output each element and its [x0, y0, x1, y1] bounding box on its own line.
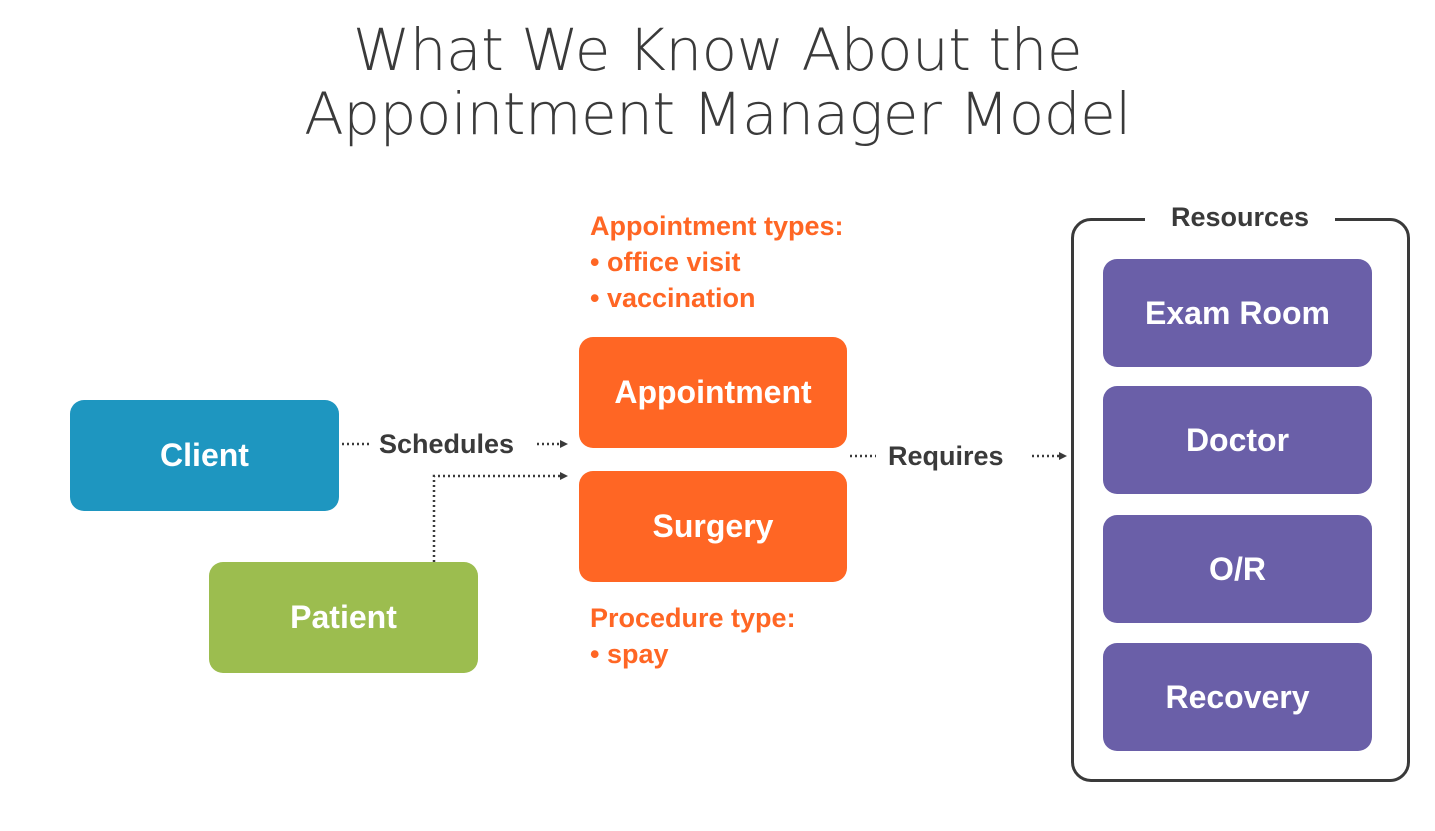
resource-or: O/R [1103, 515, 1372, 623]
appointment-type-item: • office visit [590, 247, 741, 277]
patient-box: Patient [209, 562, 478, 673]
client-box: Client [70, 400, 339, 511]
patient-arrow [432, 472, 568, 562]
resource-recovery: Recovery [1103, 643, 1372, 751]
appointment-type-item: • vaccination [590, 283, 756, 313]
appointment-box: Appointment [579, 337, 847, 448]
resource-doctor: Doctor [1103, 386, 1372, 494]
resource-exam-room: Exam Room [1103, 259, 1372, 367]
resources-title: Resources [1145, 200, 1335, 234]
procedure-types-note: Procedure type: • spay [590, 600, 796, 672]
procedure-type-item: • spay [590, 639, 669, 669]
requires-label: Requires [888, 441, 1004, 471]
appointment-types-note: Appointment types: • office visit • vacc… [590, 208, 844, 316]
procedure-types-heading: Procedure type: [590, 603, 796, 633]
appointment-types-heading: Appointment types: [590, 211, 844, 241]
schedules-label: Schedules [379, 429, 515, 459]
surgery-box: Surgery [579, 471, 847, 582]
